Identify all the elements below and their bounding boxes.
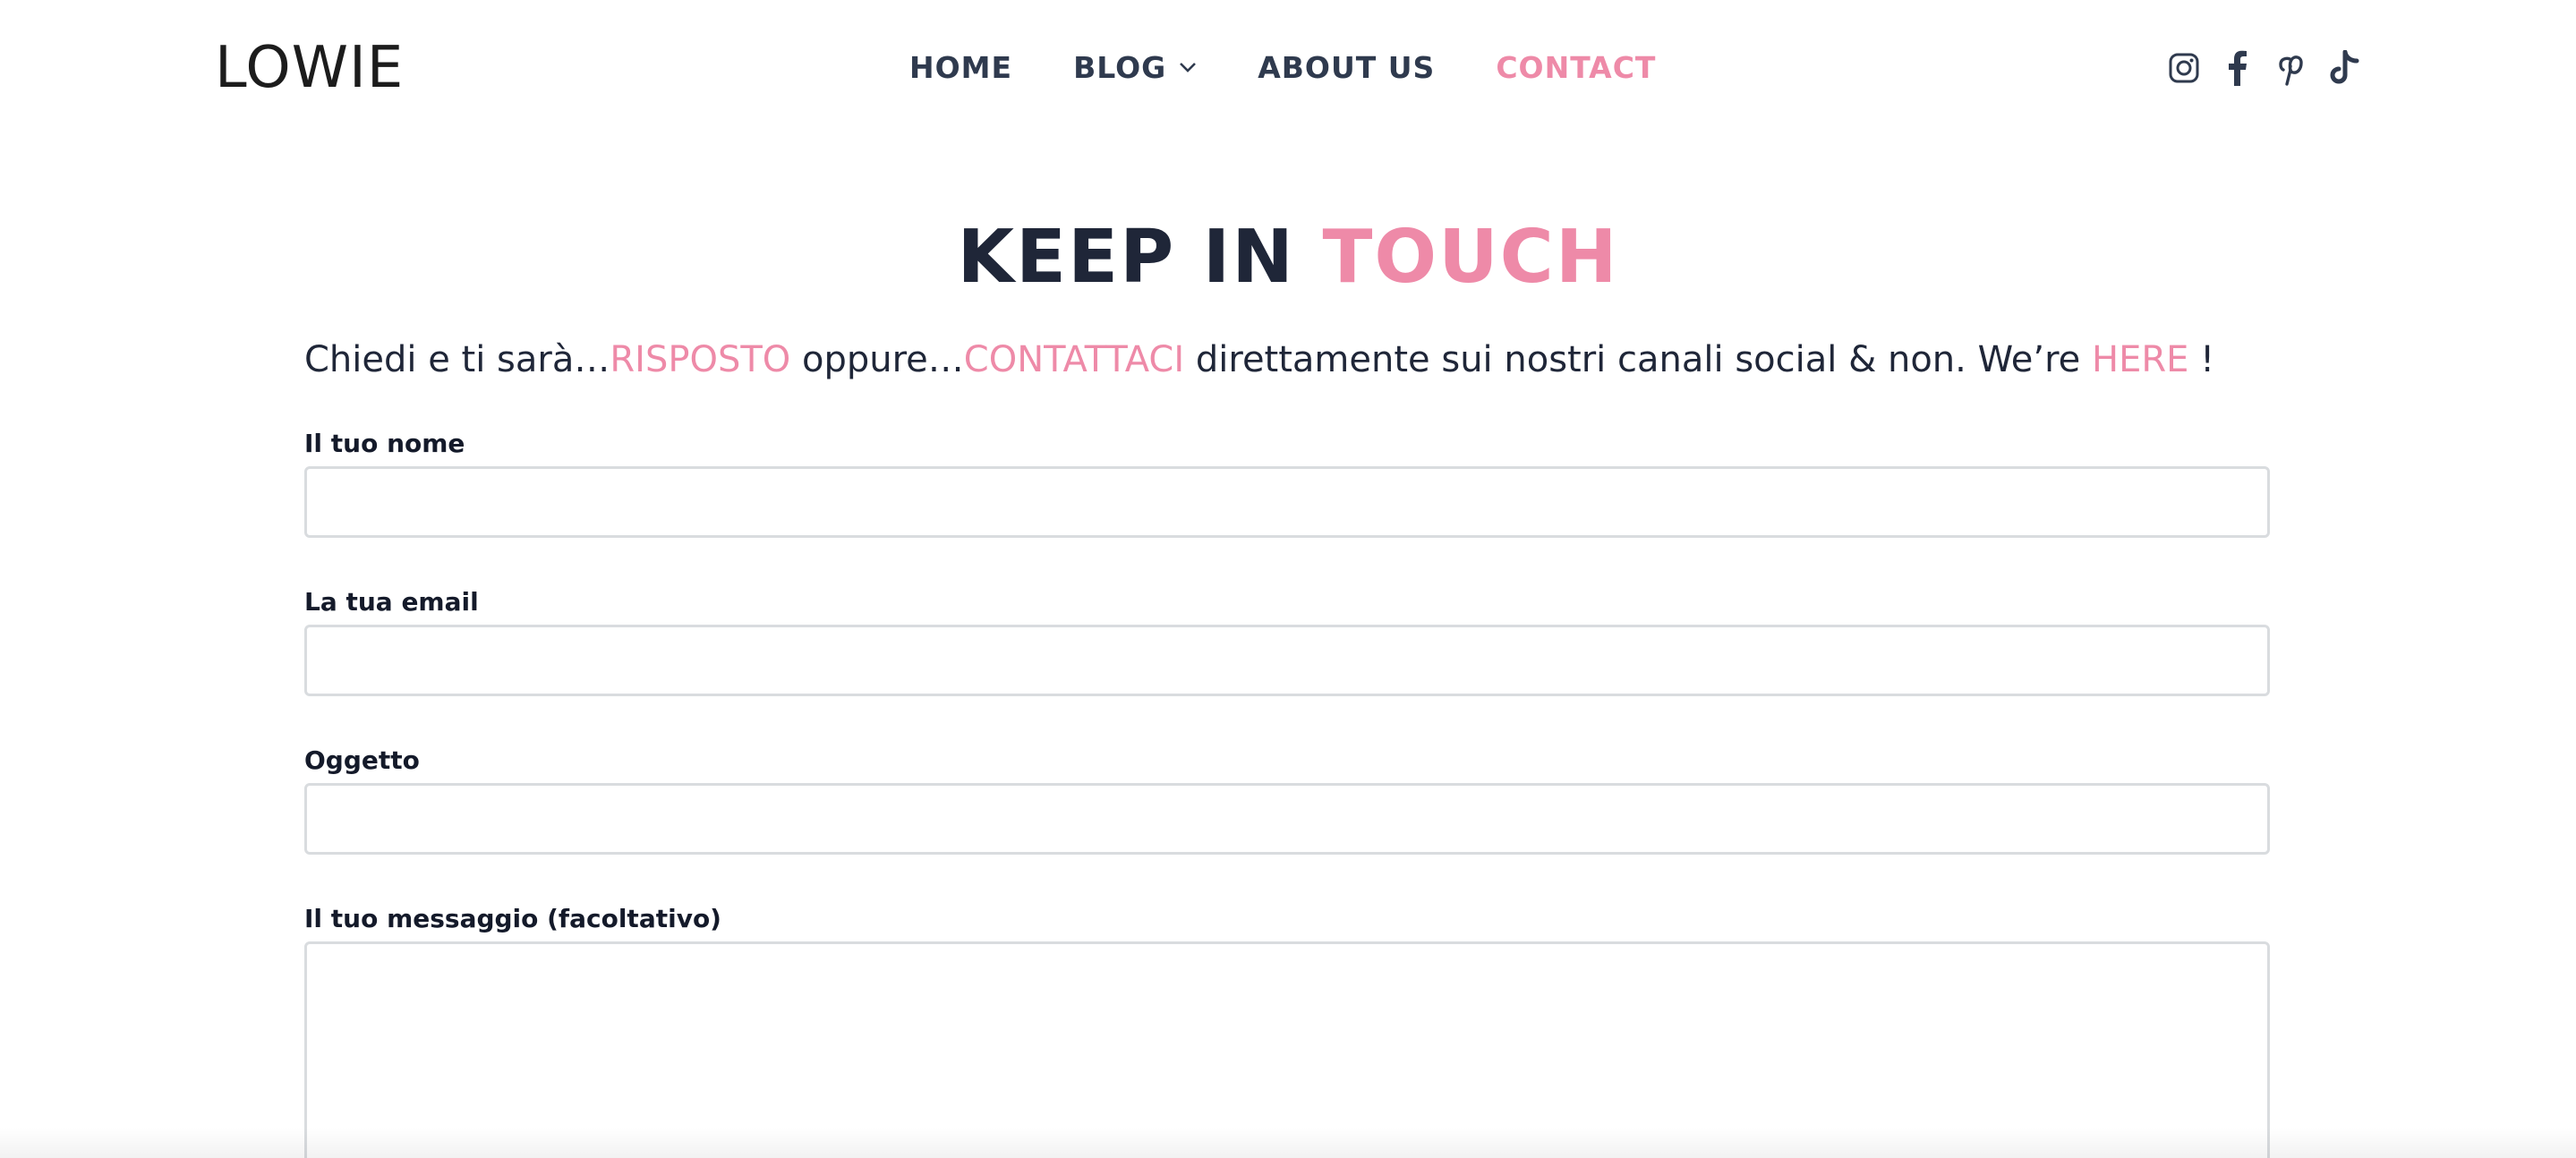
intro-link-contattaci[interactable]: CONTATTACI xyxy=(964,339,1184,380)
message-field[interactable] xyxy=(304,941,2270,1158)
intro-link-here[interactable]: HERE xyxy=(2092,339,2188,380)
name-label: Il tuo nome xyxy=(304,429,465,458)
nav-item-contact[interactable]: CONTACT xyxy=(1496,50,1656,85)
intro-link-risposto[interactable]: RISPOSTO xyxy=(610,339,790,380)
intro-text-2: oppure… xyxy=(790,339,964,380)
nav-item-home[interactable]: HOME xyxy=(909,50,1012,85)
subject-label: Oggetto xyxy=(304,745,420,775)
name-field[interactable] xyxy=(304,466,2270,538)
email-field[interactable] xyxy=(304,625,2270,696)
nav-item-blog[interactable]: BLOG xyxy=(1073,50,1197,85)
social-links xyxy=(2166,48,2363,88)
intro-text-1: Chiedi e ti sarà… xyxy=(304,339,610,380)
email-label: La tua email xyxy=(304,587,479,617)
nav-item-label: ABOUT US xyxy=(1258,49,1436,85)
intro-text-3: direttamente sui nostri canali social & … xyxy=(1184,339,2093,380)
intro-text: Chiedi e ti sarà…RISPOSTO oppure…CONTATT… xyxy=(304,335,2309,385)
chevron-down-icon xyxy=(1179,61,1197,73)
tiktok-icon[interactable] xyxy=(2327,48,2363,88)
site-logo[interactable]: LOWIE xyxy=(215,32,404,104)
pinterest-icon[interactable] xyxy=(2273,48,2309,88)
nav-item-about-us[interactable]: ABOUT US xyxy=(1258,50,1435,85)
subject-field[interactable] xyxy=(304,783,2270,855)
title-primary: KEEP IN xyxy=(957,215,1295,300)
instagram-icon[interactable] xyxy=(2166,48,2202,88)
page-title: KEEP IN TOUCH xyxy=(0,213,2576,302)
title-accent: TOUCH xyxy=(1322,215,1619,300)
nav-item-label: CONTACT xyxy=(1496,49,1657,85)
site-header: LOWIE HOME BLOG ABOUT US CONTACT xyxy=(0,0,2576,136)
message-label: Il tuo messaggio (facoltativo) xyxy=(304,904,721,933)
facebook-icon[interactable] xyxy=(2220,48,2256,88)
intro-text-4: ! xyxy=(2188,339,2215,380)
nav-item-label: BLOG xyxy=(1073,49,1167,85)
nav-item-label: HOME xyxy=(909,49,1013,85)
main-nav: HOME BLOG ABOUT US CONTACT xyxy=(909,45,1656,89)
contact-page: LOWIE HOME BLOG ABOUT US CONTACT KEEP IN… xyxy=(0,0,2576,1158)
